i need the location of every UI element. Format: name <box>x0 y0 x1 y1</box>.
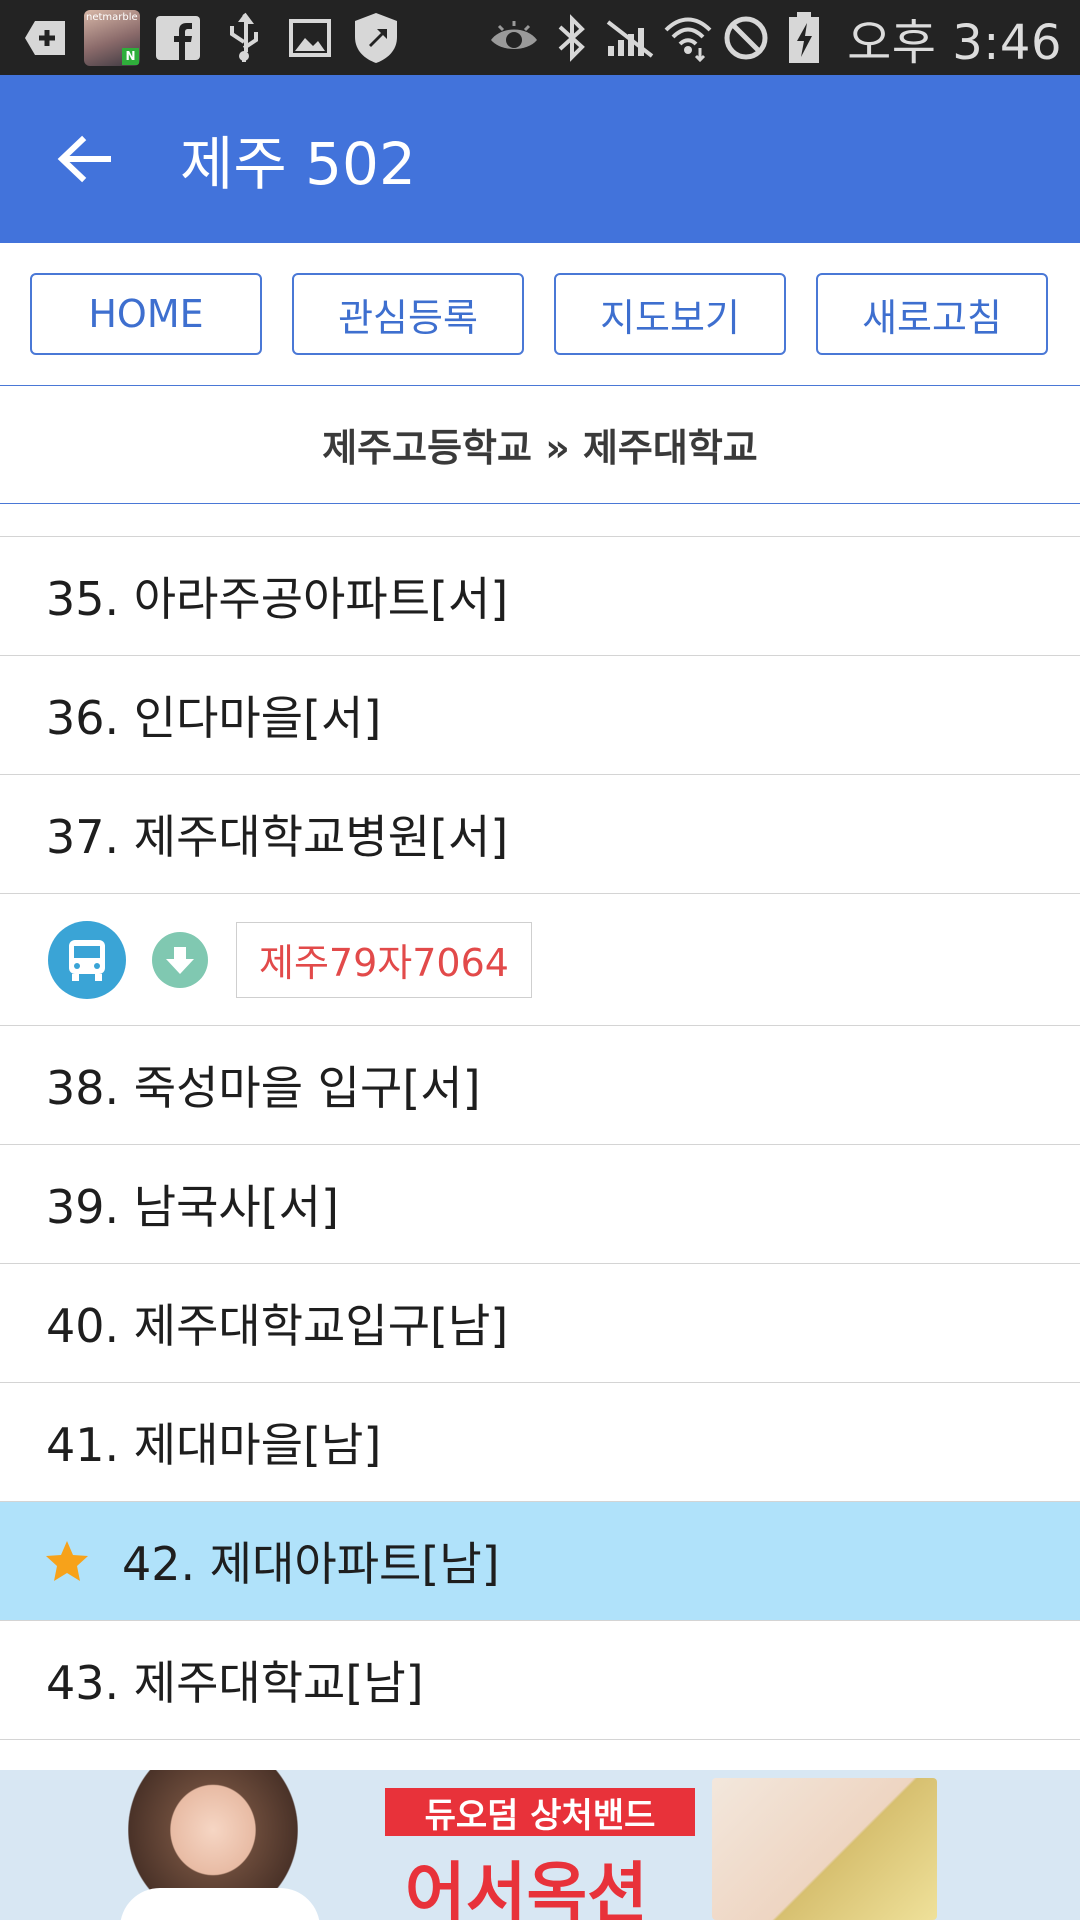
app-bar: 제주 502 <box>0 75 1080 243</box>
avatar-badge: N <box>122 47 139 65</box>
shield-icon <box>348 10 404 66</box>
avatar: netmarble N <box>84 9 140 66</box>
ad-product-image <box>712 1778 937 1920</box>
list-item-current[interactable]: 42. 제대아파트[남] <box>0 1502 1080 1621</box>
arrow-left-icon <box>57 135 111 183</box>
ad-banner[interactable]: 듀오덤 상처밴드 어서옥션 <box>0 1770 1080 1920</box>
ad-headline: 듀오덤 상처밴드 <box>385 1788 695 1836</box>
bluetooth-icon <box>545 10 599 66</box>
list-item[interactable]: 37. 제주대학교병원[서] <box>0 775 1080 894</box>
status-bar-right: 오후 3:46 <box>487 3 1062 73</box>
list-item[interactable]: 41. 제대마을[남] <box>0 1383 1080 1502</box>
list-item[interactable]: 40. 제주대학교입구[남] <box>0 1264 1080 1383</box>
bus-icon <box>48 920 126 999</box>
ad-model-body <box>120 1888 320 1920</box>
refresh-button[interactable]: 새로고침 <box>816 273 1048 355</box>
ad-title: 어서옥션 <box>405 1855 648 1920</box>
favorite-button[interactable]: 관심등록 <box>292 273 524 355</box>
page-title: 제주 502 <box>180 130 416 198</box>
clock: 오후 3:46 <box>847 14 1062 71</box>
list-item[interactable]: 43. 제주대학교[남] <box>0 1621 1080 1740</box>
star-icon <box>44 1536 94 1586</box>
avatar-label: netmarble <box>86 11 138 23</box>
battery-charging-icon <box>777 10 831 66</box>
list-item[interactable]: 38. 죽성마을 입구[서] <box>0 1026 1080 1145</box>
facebook-icon <box>150 10 206 66</box>
bus-position-row: 제주79자7064 <box>0 894 1080 1026</box>
screen: netmarble N 오후 3:46 제주 502 HOME 관심등록 지도보… <box>0 0 1080 1920</box>
eye-icon <box>487 10 541 66</box>
list-item[interactable]: 35. 아라주공아파트[서] <box>0 537 1080 656</box>
usb-icon <box>216 10 272 66</box>
action-bar: HOME 관심등록 지도보기 새로고침 <box>0 243 1080 386</box>
back-button[interactable] <box>34 109 134 209</box>
wifi-icon <box>661 10 715 66</box>
arrow-down-icon <box>152 931 208 988</box>
list-item[interactable]: 36. 인다마을[서] <box>0 656 1080 775</box>
home-button[interactable]: HOME <box>30 273 262 355</box>
image-icon <box>282 10 338 66</box>
add-box-icon <box>18 10 74 66</box>
mute-icon <box>603 10 657 66</box>
stop-list[interactable]: 35. 아라주공아파트[서] 36. 인다마을[서] 37. 제주대학교병원[서… <box>0 536 1080 1740</box>
bus-plate[interactable]: 제주79자7064 <box>236 921 532 998</box>
map-button[interactable]: 지도보기 <box>554 273 786 355</box>
status-bar-left: netmarble N <box>18 9 414 66</box>
blocked-icon <box>719 10 773 66</box>
route-header: 제주고등학교 » 제주대학교 <box>0 386 1080 504</box>
list-item-label: 42. 제대아파트[남] <box>122 1537 500 1591</box>
list-item[interactable]: 39. 남국사[서] <box>0 1145 1080 1264</box>
status-bar: netmarble N 오후 3:46 <box>0 0 1080 75</box>
